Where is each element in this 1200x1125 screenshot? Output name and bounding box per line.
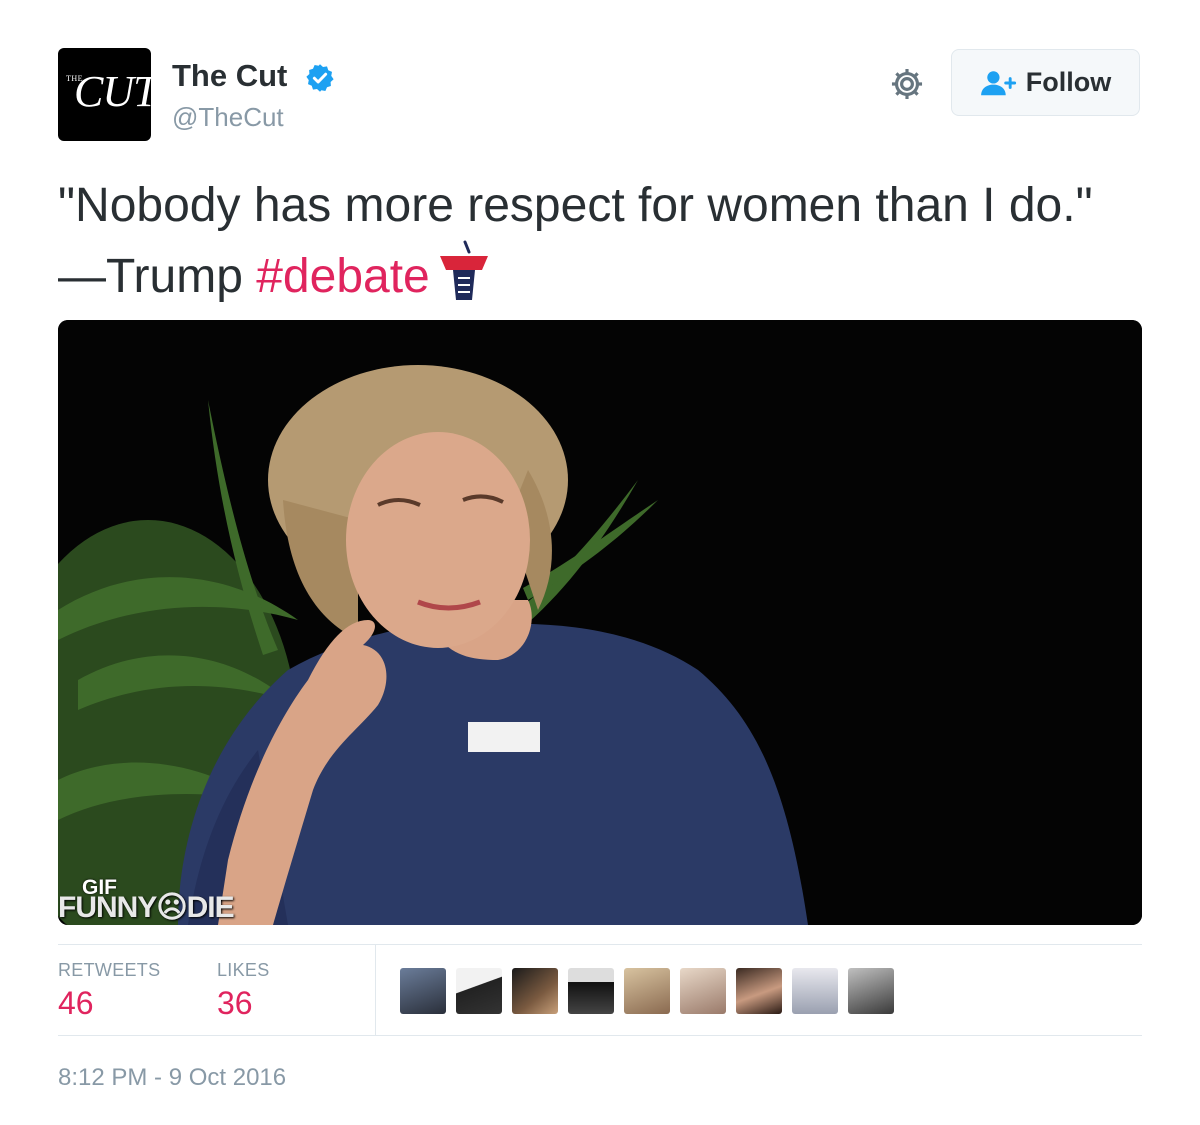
gear-icon[interactable] (888, 65, 926, 103)
liker-avatar[interactable] (848, 968, 894, 1014)
tweet-text: "Nobody has more respect for women than … (58, 172, 1148, 311)
stats-divider-bottom (58, 1035, 1142, 1036)
author-handle[interactable]: @TheCut (172, 102, 284, 133)
retweets-label: RETWEETS (58, 960, 161, 980)
gif-frame-image (58, 320, 1142, 925)
liker-avatar[interactable] (792, 968, 838, 1014)
retweets-count[interactable]: 46 (58, 985, 94, 1022)
liker-avatar[interactable] (400, 968, 446, 1014)
tweet-text-body: "Nobody has more respect for women than … (58, 179, 1093, 303)
liker-avatar[interactable] (568, 968, 614, 1014)
stats-divider-vertical (375, 945, 376, 1035)
verified-badge-icon (306, 64, 334, 92)
likes-count[interactable]: 36 (217, 985, 253, 1022)
liker-avatar[interactable] (512, 968, 558, 1014)
author-display-name[interactable]: The Cut (172, 58, 287, 94)
podium-emoji-icon (439, 240, 488, 300)
hashtag-link[interactable]: #debate (256, 250, 430, 303)
author-avatar[interactable]: THE CUT (58, 48, 151, 141)
follow-user-icon (980, 70, 1016, 95)
likes-label: LIKES (217, 960, 270, 980)
liker-avatar[interactable] (624, 968, 670, 1014)
liker-avatar[interactable] (680, 968, 726, 1014)
follow-button-label: Follow (1025, 67, 1112, 97)
tweet-timestamp[interactable]: 8:12 PM - 9 Oct 2016 (58, 1064, 286, 1092)
avatar-logo-main: CUT (74, 67, 151, 116)
stats-divider-top (58, 944, 1142, 945)
follow-button[interactable]: Follow (951, 49, 1140, 116)
media-watermark: FUNNY☹DIE (58, 891, 235, 924)
liker-avatar[interactable] (456, 968, 502, 1014)
liker-avatar[interactable] (736, 968, 782, 1014)
tweet-media-gif[interactable] (58, 320, 1142, 925)
